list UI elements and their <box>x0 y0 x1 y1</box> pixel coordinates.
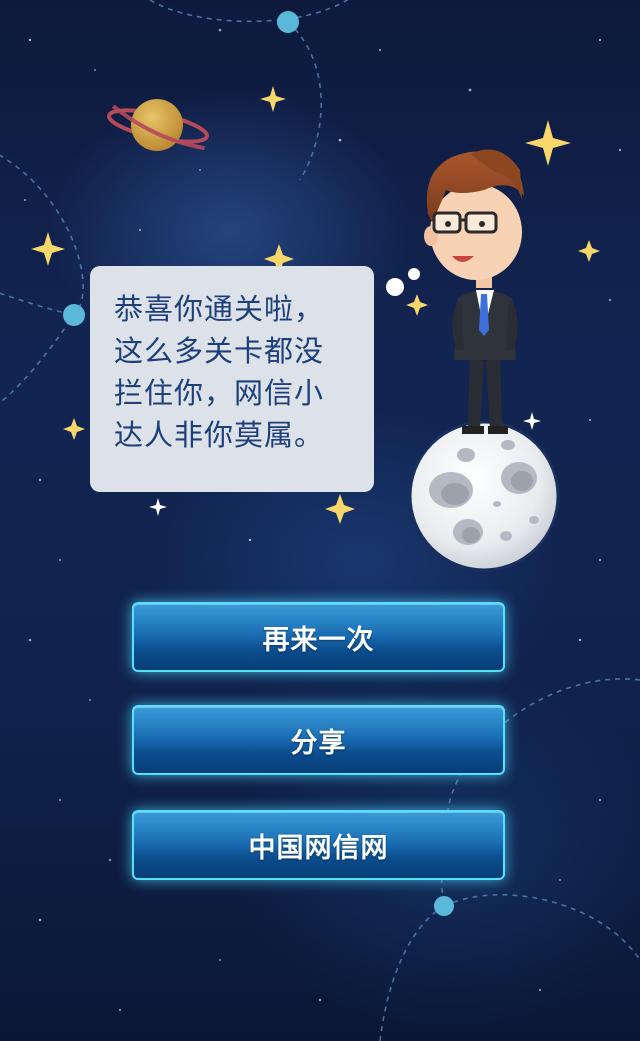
space-background <box>0 0 640 1041</box>
share-button[interactable]: 分享 <box>132 705 505 775</box>
congrats-line: 达人非你莫属。 <box>114 418 325 452</box>
retry-button[interactable]: 再来一次 <box>132 602 505 672</box>
planet-icon <box>107 99 209 151</box>
congrats-line: 恭喜你通关啦， <box>114 292 325 326</box>
moon-icon <box>408 420 560 572</box>
congrats-line: 拦住你，网信小 <box>114 376 325 410</box>
congrats-line: 这么多关卡都没 <box>114 334 325 368</box>
cartoon-boy-icon <box>424 149 524 434</box>
congrats-message: 恭喜你通关啦， 这么多关卡都没 拦住你，网信小 达人非你莫属。 <box>114 288 356 456</box>
cac-website-button-label: 中国网信网 <box>248 832 389 864</box>
speech-bubble: 恭喜你通关啦， 这么多关卡都没 拦住你，网信小 达人非你莫属。 <box>90 266 374 492</box>
retry-button-label: 再来一次 <box>262 624 375 656</box>
share-button-label: 分享 <box>290 727 347 759</box>
thought-bubbles <box>386 268 420 296</box>
cac-website-button[interactable]: 中国网信网 <box>132 810 505 880</box>
